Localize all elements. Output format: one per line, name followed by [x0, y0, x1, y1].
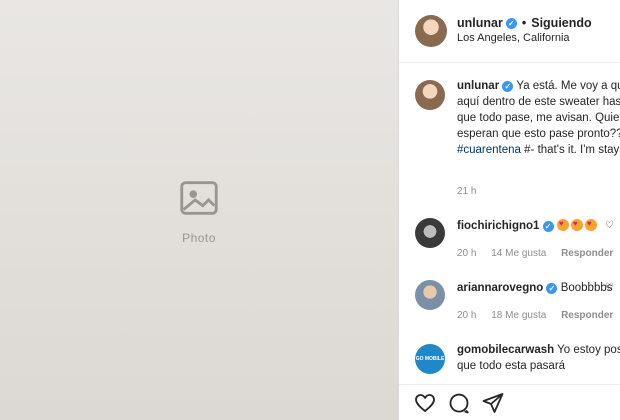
heart-outline-icon[interactable]: [413, 391, 437, 415]
header-user-row: unlunar ✓ • Siguiendo: [457, 16, 592, 30]
avatar[interactable]: [415, 15, 447, 47]
caption-meta: 21 h: [457, 186, 488, 197]
comment-time[interactable]: 20 h: [457, 310, 476, 321]
comment-likes[interactable]: 14 Me gusta: [491, 248, 546, 259]
caption-hashtag[interactable]: #cuarentena: [457, 144, 521, 156]
reply-button[interactable]: Responder: [561, 248, 613, 259]
caption-text: unlunar ✓ Ya está. Me voy a quedar aquí …: [457, 78, 620, 158]
header-location[interactable]: Los Angeles, California: [457, 32, 570, 44]
speech-bubble-icon[interactable]: [447, 391, 471, 415]
comment-text: fiochirichigno1 ✓: [457, 218, 620, 236]
comment-username[interactable]: fiochirichigno1: [457, 220, 539, 232]
photo-placeholder-label: Photo: [182, 231, 216, 245]
verified-badge-icon: ✓: [502, 81, 514, 92]
following-button[interactable]: Siguiendo: [531, 16, 591, 30]
comment-time[interactable]: 20 h: [457, 248, 476, 259]
comment: ariannarovegno ✓ Boobbbbs ♡ 20 h 18 Me g…: [399, 274, 620, 334]
comment-username[interactable]: ariannarovegno: [457, 282, 543, 294]
image-icon: [180, 181, 218, 215]
photo-placeholder: Photo: [176, 175, 222, 245]
caption: unlunar ✓ Ya está. Me voy a quedar aquí …: [399, 74, 620, 197]
comment-like-icon[interactable]: ♡: [605, 282, 614, 293]
caption-username[interactable]: unlunar: [457, 80, 499, 92]
comment-avatar[interactable]: [415, 218, 445, 248]
action-bar: [399, 384, 620, 420]
caption-time[interactable]: 21 h: [457, 186, 476, 197]
verified-badge-icon: ✓: [546, 283, 558, 294]
comment-avatar[interactable]: GO MOBILE: [415, 344, 445, 374]
heart-eyes-emoji-icon: [556, 218, 569, 232]
comment-text: gomobilecarwash Yo estoy positivo que to…: [457, 342, 620, 376]
verified-badge-icon: ✓: [542, 221, 554, 232]
comment: GO MOBILE gomobilecarwash Yo estoy posit…: [399, 338, 620, 384]
comment-avatar[interactable]: [415, 280, 445, 310]
comment-meta: 20 h 14 Me gusta Responder: [457, 248, 620, 259]
comment-like-icon[interactable]: ♡: [605, 220, 614, 231]
reply-button[interactable]: Responder: [561, 310, 613, 321]
post-photo-placeholder[interactable]: Photo: [0, 0, 398, 420]
header-separator: •: [521, 16, 527, 30]
comment-username[interactable]: gomobilecarwash: [457, 344, 554, 356]
comment-text: ariannarovegno ✓ Boobbbbs: [457, 280, 620, 298]
heart-eyes-emoji-icon: [584, 218, 597, 232]
caption-avatar[interactable]: [415, 80, 445, 110]
comment: fiochirichigno1 ✓ ♡ 20 h 14 Me gusta Res…: [399, 212, 620, 272]
comment-meta: 20 h 18 Me gusta Responder: [457, 310, 620, 321]
paper-plane-icon[interactable]: [481, 391, 505, 415]
post-side-panel: unlunar ✓ • Siguiendo Los Angeles, Calif…: [398, 0, 620, 420]
post-header: unlunar ✓ • Siguiendo Los Angeles, Calif…: [399, 0, 620, 63]
verified-badge-icon: ✓: [505, 17, 517, 29]
header-username[interactable]: unlunar: [457, 16, 503, 30]
comment-likes[interactable]: 18 Me gusta: [491, 310, 546, 321]
heart-eyes-emoji-icon: [570, 218, 583, 232]
